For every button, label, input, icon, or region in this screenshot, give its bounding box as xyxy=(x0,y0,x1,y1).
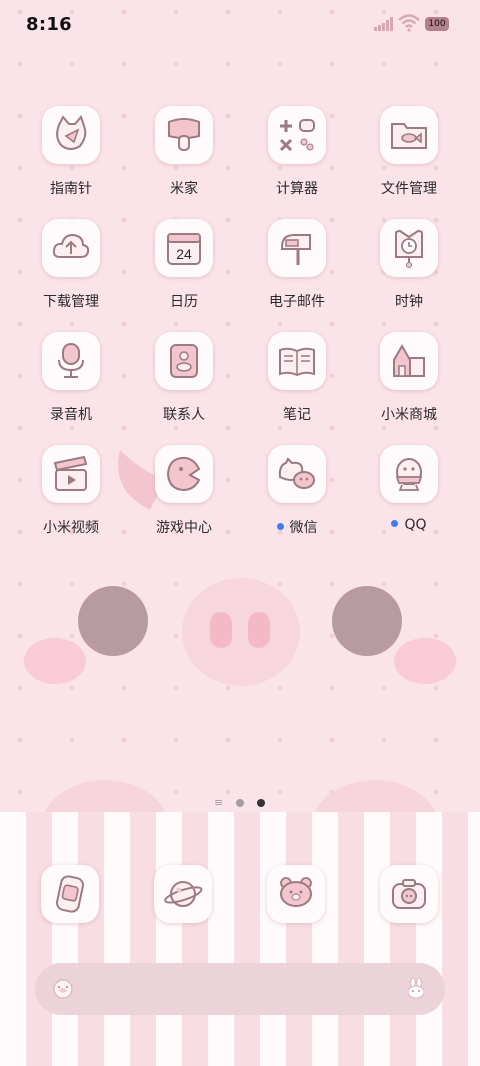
notification-dot xyxy=(391,520,399,527)
app-label: QQ xyxy=(404,517,427,533)
app-label: 游戏中心 xyxy=(156,520,212,536)
wallpaper-stripes xyxy=(0,812,480,1066)
camera-icon xyxy=(392,879,426,909)
app-clock[interactable]: 时钟 xyxy=(353,219,465,323)
app-label: 电子邮件 xyxy=(269,294,325,310)
app-contacts[interactable]: 联系人 xyxy=(128,332,240,436)
app-calculator[interactable]: 计算器 xyxy=(241,106,353,210)
phone-icon xyxy=(56,875,84,913)
status-bar: 8:16 100 xyxy=(0,0,480,50)
pig-cheek-right xyxy=(394,638,456,684)
app-label: 计算器 xyxy=(276,181,318,197)
app-compass[interactable]: 指南针 xyxy=(15,106,127,210)
dock-messages[interactable] xyxy=(267,865,325,923)
cat-compass-icon xyxy=(56,115,87,150)
microphone-icon xyxy=(58,343,84,378)
app-wechat[interactable]: 微信 xyxy=(241,445,353,549)
app-recorder[interactable]: 录音机 xyxy=(15,332,127,436)
notebook-icon xyxy=(279,347,315,377)
app-notes[interactable]: 笔记 xyxy=(241,332,353,436)
pig-nostril-left xyxy=(210,612,232,648)
bear-messages-icon xyxy=(280,877,312,907)
pig-cheek-left xyxy=(24,638,86,684)
app-label: 下载管理 xyxy=(43,294,99,310)
dock-camera[interactable] xyxy=(380,865,438,923)
app-qq[interactable]: QQ xyxy=(353,445,465,549)
app-mi-store[interactable]: 小米商城 xyxy=(353,332,465,436)
mailbox-icon xyxy=(281,234,311,265)
fish-folder-icon xyxy=(391,123,427,149)
app-label: 文件管理 xyxy=(381,181,437,197)
app-label: 米家 xyxy=(170,181,198,197)
app-label: 日历 xyxy=(170,294,198,310)
pig-nostril-right xyxy=(248,612,270,648)
mushroom-home-icon xyxy=(168,118,200,151)
app-label: 指南针 xyxy=(50,181,92,197)
battery-level: 100 xyxy=(428,19,446,29)
app-label-with-badge: QQ xyxy=(353,517,465,533)
app-label: 小米商城 xyxy=(381,407,437,423)
shop-house-icon xyxy=(393,343,425,377)
wifi-icon xyxy=(398,14,420,32)
app-label-with-badge: 微信 xyxy=(241,517,353,537)
notification-dot xyxy=(276,523,284,530)
app-label: 小米视频 xyxy=(43,520,99,536)
contacts-book-icon xyxy=(170,344,198,378)
bunny-icon xyxy=(407,977,425,999)
cloud-download-icon xyxy=(52,233,90,258)
clapperboard-icon xyxy=(53,455,88,491)
search-bar[interactable] xyxy=(35,963,445,1015)
battery-indicator: 100 xyxy=(425,17,449,31)
app-label: 笔记 xyxy=(283,407,311,423)
app-label: 录音机 xyxy=(50,407,92,423)
dock-browser[interactable] xyxy=(154,865,212,923)
app-file-manager[interactable]: 文件管理 xyxy=(353,106,465,210)
app-mijia[interactable]: 米家 xyxy=(128,106,240,210)
pig-eye-right xyxy=(332,586,402,656)
drawer-lines-icon: ≡ xyxy=(214,796,224,809)
wechat-cat-icon xyxy=(278,457,315,489)
calendar-date: 24 xyxy=(176,246,192,262)
dock-phone[interactable] xyxy=(41,865,99,923)
signal-bars-icon xyxy=(374,17,393,31)
page-dot-2-active[interactable] xyxy=(257,799,265,807)
pig-snout xyxy=(182,578,300,686)
page-dot-1[interactable] xyxy=(236,799,244,807)
app-label: 微信 xyxy=(289,520,318,536)
page-indicator[interactable]: ≡ xyxy=(212,796,272,810)
calculator-icon xyxy=(279,119,315,152)
app-label: 联系人 xyxy=(163,407,205,423)
app-mi-video[interactable]: 小米视频 xyxy=(15,445,127,549)
app-calendar[interactable]: 24 日历 xyxy=(128,219,240,323)
planet-browser-icon xyxy=(164,881,203,907)
pig-face-icon xyxy=(53,979,73,999)
clock-icon xyxy=(395,229,423,268)
penguin-icon xyxy=(395,458,423,491)
calendar-icon: 24 xyxy=(167,233,201,265)
app-game-center[interactable]: 游戏中心 xyxy=(128,445,240,549)
app-label: 时钟 xyxy=(395,294,423,310)
app-downloads[interactable]: 下载管理 xyxy=(15,219,127,323)
game-face-icon xyxy=(166,456,201,492)
status-time: 8:16 xyxy=(26,14,72,35)
app-email[interactable]: 电子邮件 xyxy=(241,219,353,323)
pig-eye-left xyxy=(78,586,148,656)
